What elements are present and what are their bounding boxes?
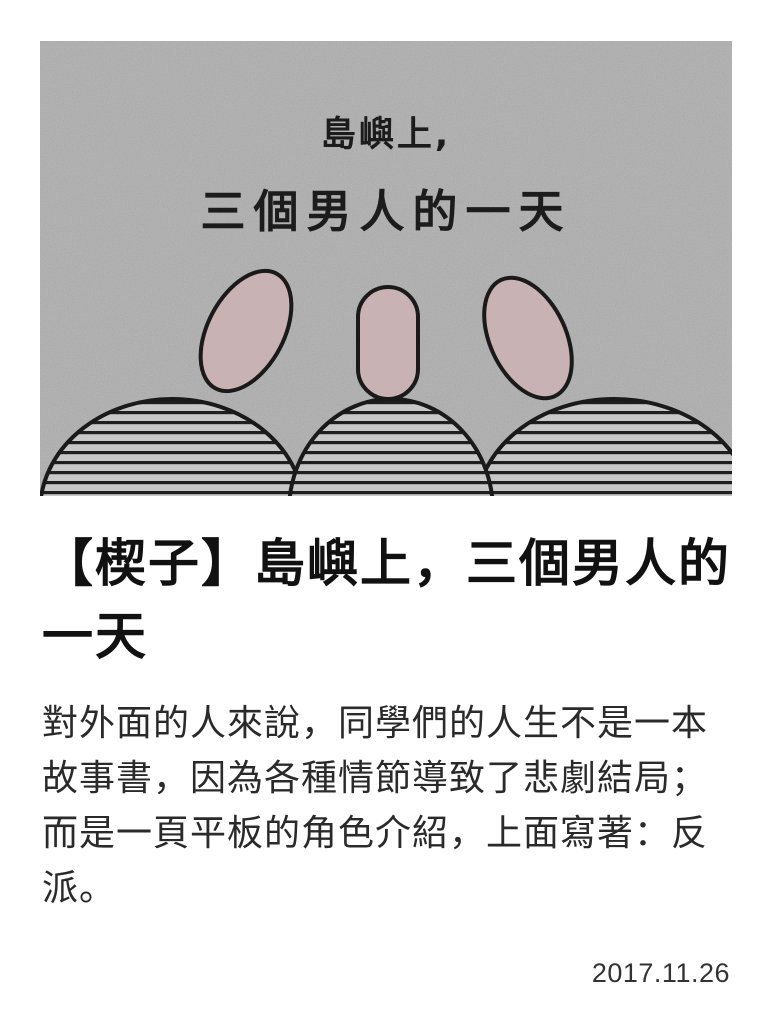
cover-title-line2: 三個男人的一天 (200, 185, 571, 238)
article-title[interactable]: 【楔子】島嶼上，三個男人的一天 (42, 528, 732, 674)
cover-illustration-svg: 島嶼上, 三個男人的一天 (40, 41, 732, 496)
cover-illustration: 島嶼上, 三個男人的一天 (40, 41, 732, 496)
middle-head (356, 285, 420, 401)
publish-date: 2017.11.26 (591, 958, 730, 988)
cover-title-line1: 島嶼上, (321, 115, 451, 155)
article-summary: 對外面的人來說，同學們的人生不是一本故事書，因為各種情節導致了悲劇結局；而是一頁… (42, 703, 709, 909)
